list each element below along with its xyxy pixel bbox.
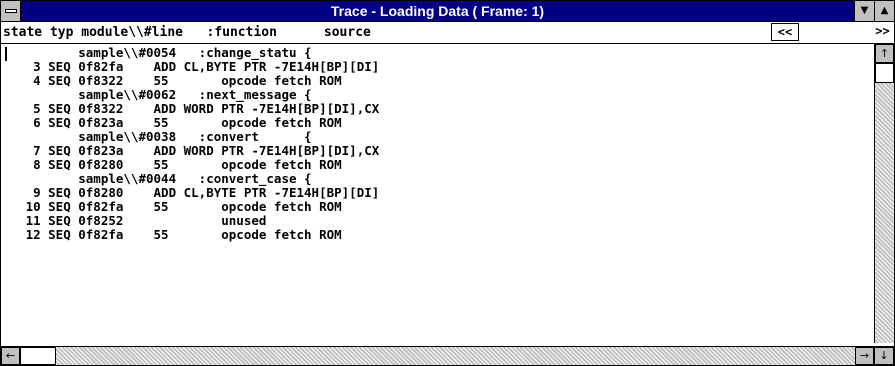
trace-line: 7 SEQ 0f823a ADD WORD PTR -7E14H[BP][DI]… [3, 143, 380, 158]
maximize-button[interactable]: ▲ [874, 1, 894, 21]
trace-line: 11 SEQ 0f8252 unused [3, 213, 267, 228]
trace-line: 10 SEQ 0f82fa 55 opcode fetch ROM [3, 199, 342, 214]
trace-line: 9 SEQ 0f8280 ADD CL,BYTE PTR -7E14H[BP][… [3, 185, 380, 200]
trace-line: 3 SEQ 0f82fa ADD CL,BYTE PTR -7E14H[BP][… [3, 59, 380, 74]
trace-line: 4 SEQ 0f8322 55 opcode fetch ROM [3, 73, 342, 88]
title-bar[interactable]: Trace - Loading Data ( Frame: 1) ▼ ▲ [1, 1, 894, 22]
column-header: state typ module\\#line :function source… [1, 22, 894, 44]
trace-line: 8 SEQ 0f8280 55 opcode fetch ROM [3, 157, 342, 172]
window-title: Trace - Loading Data ( Frame: 1) [330, 3, 545, 19]
trace-window: Trace - Loading Data ( Frame: 1) ▼ ▲ sta… [0, 0, 895, 366]
trace-line: 5 SEQ 0f8322 ADD WORD PTR -7E14H[BP][DI]… [3, 101, 380, 116]
trace-line: sample\\#0062 :next_message { [3, 87, 312, 102]
scroll-columns-right-button[interactable]: >> [871, 23, 894, 41]
trace-listing[interactable]: sample\\#0054 :change_statu { 3 SEQ 0f82… [1, 44, 874, 343]
vertical-scroll-thumb[interactable] [875, 63, 894, 83]
scroll-right-arrow-icon[interactable]: → [855, 347, 874, 365]
scroll-up-arrow-icon[interactable]: ↑ [875, 44, 894, 63]
system-menu-icon[interactable] [1, 1, 21, 21]
vertical-scrollbar[interactable]: ↑ [874, 44, 894, 343]
horizontal-scroll-thumb[interactable] [20, 347, 56, 365]
trace-line: sample\\#0038 :convert { [3, 129, 312, 144]
column-header-text: state typ module\\#line :function source [3, 25, 371, 40]
trace-line: 6 SEQ 0f823a 55 opcode fetch ROM [3, 115, 342, 130]
scroll-left-arrow-icon[interactable]: ← [1, 347, 20, 365]
scroll-down-arrow-icon[interactable]: ↓ [874, 347, 894, 365]
trace-line: sample\\#0054 :change_statu { [3, 45, 312, 60]
horizontal-scrollbar[interactable]: ← → ↓ [1, 346, 894, 365]
scroll-columns-left-button[interactable]: << [771, 23, 799, 41]
trace-line: sample\\#0044 :convert_case { [3, 171, 312, 186]
trace-line: 12 SEQ 0f82fa 55 opcode fetch ROM [3, 227, 342, 242]
system-menu-bar-glyph [5, 9, 17, 13]
minimize-button[interactable]: ▼ [854, 1, 874, 21]
